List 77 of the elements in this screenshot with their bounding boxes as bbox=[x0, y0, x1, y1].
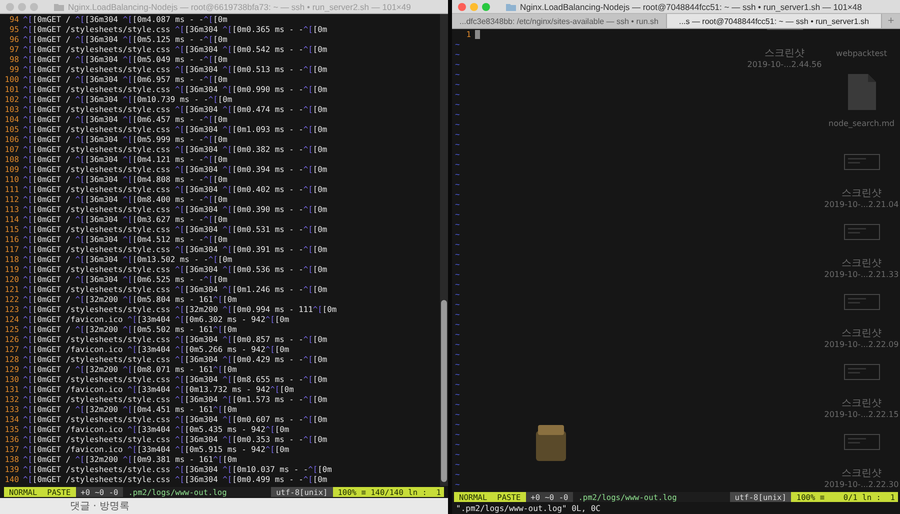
empty-line-marker: ~ bbox=[455, 480, 460, 488]
file-name[interactable]: 2019-10-...2.22.09 bbox=[824, 339, 899, 350]
empty-line-marker: ~ bbox=[455, 370, 460, 378]
empty-line-marker: ~ bbox=[455, 420, 460, 428]
empty-line-marker: ~ bbox=[455, 290, 460, 298]
terminal-tab[interactable]: ...s — root@7048844fcc51: ~ — ssh • run_server1.sh bbox=[667, 14, 882, 28]
empty-line-marker: ~ bbox=[455, 40, 460, 48]
empty-line-marker: ~ bbox=[455, 160, 460, 168]
command-line: ".pm2/logs/www-out.log" 0L, 0C bbox=[455, 502, 602, 514]
file-name[interactable]: 스크린샷 bbox=[764, 48, 804, 59]
empty-line-marker: ~ bbox=[455, 330, 460, 338]
file-name[interactable]: 스크린샷 bbox=[842, 258, 882, 269]
empty-line-marker: ~ bbox=[455, 240, 460, 248]
empty-line-marker: ~ bbox=[455, 360, 460, 368]
file-name[interactable]: 2019-10-...2.22.15 bbox=[824, 409, 899, 420]
file-name[interactable]: 스크린샷 bbox=[842, 398, 882, 409]
file-name[interactable]: 2019-10-...2.21.33 bbox=[824, 269, 899, 280]
file-name[interactable]: node_search.md bbox=[828, 118, 894, 129]
screenshot-thumbnail-icon bbox=[844, 154, 880, 170]
drive-icon bbox=[536, 425, 566, 461]
empty-line-marker: ~ bbox=[455, 440, 460, 448]
file-name[interactable]: 2019-10-...2.44.56 bbox=[747, 59, 822, 70]
scrollbar-thumb[interactable] bbox=[441, 300, 447, 482]
empty-line-marker: ~ bbox=[455, 380, 460, 388]
empty-line-marker: ~ bbox=[455, 320, 460, 328]
empty-line-marker: ~ bbox=[455, 220, 460, 228]
empty-line-marker: ~ bbox=[455, 470, 460, 478]
empty-line-marker: ~ bbox=[455, 230, 460, 238]
empty-line-marker: ~ bbox=[455, 400, 460, 408]
empty-line-marker: ~ bbox=[455, 200, 460, 208]
empty-line-marker: ~ bbox=[455, 50, 460, 58]
empty-line-marker: ~ bbox=[455, 120, 460, 128]
empty-line-marker: ~ bbox=[455, 210, 460, 218]
empty-line-marker: ~ bbox=[455, 140, 460, 148]
empty-line-marker: ~ bbox=[455, 260, 460, 268]
empty-line-marker: ~ bbox=[455, 310, 460, 318]
file-name[interactable]: 스크린샷 bbox=[842, 188, 882, 199]
empty-line-marker: ~ bbox=[455, 90, 460, 98]
empty-line-marker: ~ bbox=[455, 130, 460, 138]
new-tab-button[interactable]: + bbox=[882, 14, 900, 28]
screenshot-thumbnail-icon bbox=[844, 434, 880, 450]
empty-line-marker: ~ bbox=[455, 60, 460, 68]
scrollbar[interactable] bbox=[440, 14, 448, 486]
screenshot-thumbnail-icon bbox=[844, 294, 880, 310]
empty-line-marker: ~ bbox=[455, 340, 460, 348]
window-title: Nginx.LoadBalancing-Nodejs — root@6619738bfa73: ~ — ssh • run_server2.sh — 101×49 bbox=[68, 2, 411, 12]
empty-line-marker: ~ bbox=[455, 280, 460, 288]
screenshot-thumbnail-icon bbox=[844, 364, 880, 380]
file-name[interactable]: 2019-10-...2.21.04 bbox=[824, 199, 899, 210]
empty-line-marker: ~ bbox=[455, 190, 460, 198]
empty-line-marker: ~ bbox=[455, 250, 460, 258]
comments-heading: 댓글 · 방명록 bbox=[70, 500, 130, 513]
folder-icon bbox=[506, 2, 516, 10]
empty-line-marker: ~ bbox=[455, 430, 460, 438]
window-title: Nginx.LoadBalancing-Nodejs — root@7048844fcc51: ~ — ssh • run_server1.sh — 101×48 bbox=[520, 2, 862, 12]
empty-line-marker: ~ bbox=[455, 450, 460, 458]
empty-line-marker: ~ bbox=[455, 300, 460, 308]
empty-line-marker: ~ bbox=[455, 460, 460, 468]
file-name[interactable]: 스크린샷 bbox=[842, 468, 882, 479]
terminal-tab[interactable]: ...dfc3e8348bb: /etc/nginx/sites-available — ssh • run.sh bbox=[452, 14, 667, 28]
file-name[interactable]: webpacktest bbox=[836, 48, 887, 59]
folder-icon bbox=[54, 2, 64, 10]
empty-line-marker: ~ bbox=[455, 110, 460, 118]
empty-line-marker: ~ bbox=[455, 390, 460, 398]
file-name[interactable]: 2019-10-...2.22.30 bbox=[824, 479, 899, 490]
empty-line-marker: ~ bbox=[455, 70, 460, 78]
file-name[interactable]: 스크린샷 bbox=[842, 328, 882, 339]
empty-line-marker: ~ bbox=[455, 170, 460, 178]
empty-line-marker: ~ bbox=[455, 350, 460, 358]
empty-line-marker: ~ bbox=[455, 80, 460, 88]
document-icon bbox=[848, 74, 876, 110]
screenshot-thumbnail-icon bbox=[844, 224, 880, 240]
empty-line-marker: ~ bbox=[455, 180, 460, 188]
empty-line-marker: ~ bbox=[455, 100, 460, 108]
empty-line-marker: ~ bbox=[455, 150, 460, 158]
empty-line-marker: ~ bbox=[455, 410, 460, 418]
empty-line-marker: ~ bbox=[455, 270, 460, 278]
